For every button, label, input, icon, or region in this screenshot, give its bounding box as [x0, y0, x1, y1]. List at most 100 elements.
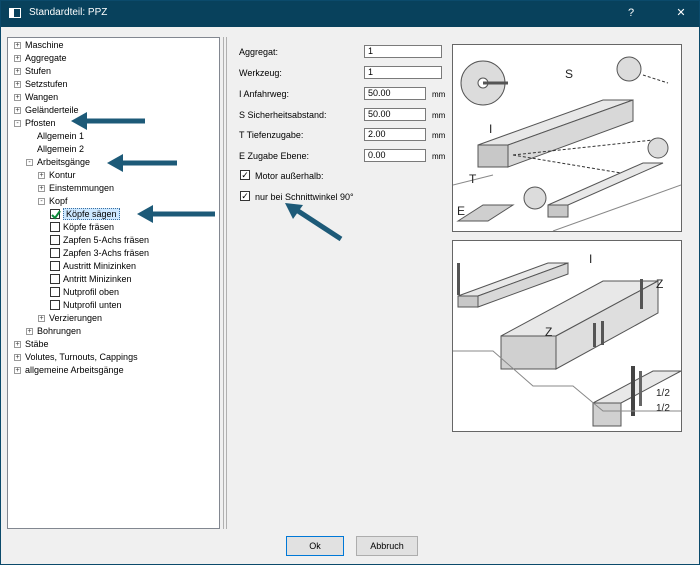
tree-item-checkbox[interactable]	[50, 261, 60, 271]
cancel-button[interactable]: Abbruch	[356, 536, 418, 556]
tree-item-checkbox[interactable]	[50, 248, 60, 258]
tree-expander-icon[interactable]: +	[26, 328, 33, 335]
zugabe-ebene-unit: mm	[432, 152, 446, 161]
tree-item-label: Stufen	[25, 66, 52, 76]
tree-item[interactable]: Kontur	[49, 169, 76, 181]
tree-item-label: Allgemein 1	[37, 131, 85, 141]
aggregat-input[interactable]: 1	[364, 45, 442, 58]
tree-item[interactable]: Verzierungen	[49, 312, 102, 324]
tree-item[interactable]: Maschine	[25, 39, 64, 51]
label-s: S	[565, 67, 573, 81]
tree-expander-icon[interactable]: -	[38, 198, 45, 205]
tree-item[interactable]: Pfosten	[25, 117, 56, 129]
label-half-1: 1/2	[656, 388, 670, 399]
tiefenzugabe-unit: mm	[432, 131, 446, 140]
label-half-2: 1/2	[656, 403, 670, 414]
tree-item-checkbox[interactable]	[50, 300, 60, 310]
tree-item[interactable]: Antritt Minizinken	[63, 273, 132, 285]
label-t: T	[469, 172, 477, 186]
tree-expander-icon[interactable]: +	[14, 367, 21, 374]
tree-item-checkbox[interactable]	[50, 287, 60, 297]
tree-expander-icon[interactable]: +	[38, 315, 45, 322]
annotation-arrow-schnittwinkel	[285, 203, 343, 242]
tree-expander-icon[interactable]: +	[14, 341, 21, 348]
tiefenzugabe-label: T Tiefenzugabe:	[239, 130, 304, 140]
anfahrweg-input[interactable]: 50.00	[364, 87, 426, 100]
tree-item-label: Pfosten	[25, 118, 56, 128]
tenon-diagram: I Z Z 1/2 1/2	[452, 240, 682, 432]
tree-expander-icon[interactable]: +	[14, 55, 21, 62]
tree-item-checkbox[interactable]	[50, 274, 60, 284]
tree-item[interactable]: Nutprofil unten	[63, 299, 122, 311]
tree-item-label: Zapfen 3-Achs fräsen	[63, 248, 150, 258]
tree-item-label: Setzstufen	[25, 79, 68, 89]
tree-item[interactable]: Volutes, Turnouts, Cappings	[25, 351, 138, 363]
tree-item-label: Wangen	[25, 92, 59, 102]
tree-item[interactable]: Köpfe fräsen	[63, 221, 114, 233]
tree-item-label: Einstemmungen	[49, 183, 115, 193]
sicherheitsabstand-input[interactable]: 50.00	[364, 108, 426, 121]
tiefenzugabe-input[interactable]: 2.00	[364, 128, 426, 141]
tree-item-checkbox[interactable]	[50, 209, 61, 220]
tree-item-label: Antritt Minizinken	[63, 274, 132, 284]
tree-expander-icon[interactable]: +	[38, 185, 45, 192]
zugabe-ebene-input[interactable]: 0.00	[364, 149, 426, 162]
label-z-middle: Z	[545, 325, 552, 339]
tree-item-label: Köpfe fräsen	[63, 222, 115, 232]
annotation-arrow-pfosten	[71, 112, 145, 130]
tree-expander-icon[interactable]: -	[14, 120, 21, 127]
tree-item[interactable]: Nutprofil oben	[63, 286, 119, 298]
saw-blade-icon	[460, 60, 508, 106]
tree-expander-icon[interactable]: +	[14, 107, 21, 114]
dialog-window: Standardteil: PPZ ? ✕ + Maschine + Aggregat…	[0, 0, 700, 565]
tree-item[interactable]: allgemeine Arbeitsgänge	[25, 364, 124, 376]
tree-item-label: Kontur	[49, 170, 76, 180]
zugabe-ebene-label: E Zugabe Ebene:	[239, 151, 310, 161]
tree-item[interactable]: Kopf	[49, 195, 68, 207]
annotation-arrow-arbeitsgaenge	[107, 154, 177, 172]
tree-expander-icon[interactable]: +	[14, 68, 21, 75]
label-e: E	[457, 204, 465, 218]
tree-expander-icon[interactable]: +	[14, 81, 21, 88]
tree-item[interactable]: Wangen	[25, 91, 58, 103]
werkzeug-input[interactable]: 1	[364, 66, 442, 79]
tree-expander-icon[interactable]: +	[14, 42, 21, 49]
tree-item-checkbox[interactable]	[50, 235, 60, 245]
schnittwinkel-checkbox[interactable]: ✓	[240, 191, 250, 201]
tree-item[interactable]: Setzstufen	[25, 78, 68, 90]
tree-item-checkbox[interactable]	[50, 222, 60, 232]
sicherheitsabstand-unit: mm	[432, 111, 446, 120]
tree-item[interactable]: Einstemmungen	[49, 182, 114, 194]
help-button[interactable]: ?	[623, 5, 639, 21]
tree-item-label: Aggregate	[25, 53, 67, 63]
tree-item[interactable]: Austritt Minizinken	[63, 260, 136, 272]
tree-expander-icon[interactable]: +	[38, 172, 45, 179]
tree-item[interactable]: Stufen	[25, 65, 51, 77]
tree-item-label: Stäbe	[25, 339, 49, 349]
tree-item[interactable]: Bohrungen	[37, 325, 81, 337]
tree-expander-icon[interactable]: +	[14, 354, 21, 361]
splitter[interactable]	[223, 37, 227, 529]
tree-item[interactable]: Arbeitsgänge	[37, 156, 90, 168]
tree-item-label: Volutes, Turnouts, Cappings	[25, 352, 138, 362]
ok-button[interactable]: Ok	[286, 536, 344, 556]
tree-item[interactable]: Allgemein 2	[37, 143, 84, 155]
tenon-diagram-drawing: I Z Z 1/2 1/2	[453, 252, 682, 427]
tree-item[interactable]: Zapfen 5-Achs fräsen	[63, 234, 149, 246]
tree-item-label: Köpfe sägen	[63, 208, 120, 220]
tree-item[interactable]: Allgemein 1	[37, 130, 84, 142]
tree-item[interactable]: Stäbe	[25, 338, 49, 350]
tree-item-label: Nutprofil unten	[63, 300, 122, 310]
motor-checkbox[interactable]: ✓	[240, 170, 250, 180]
label-z-top: Z	[656, 277, 663, 291]
tree-item[interactable]: Köpfe sägen	[63, 208, 120, 220]
tree-item[interactable]: Zapfen 3-Achs fräsen	[63, 247, 149, 259]
tree-item[interactable]: Aggregate	[25, 52, 67, 64]
close-button[interactable]: ✕	[673, 5, 689, 21]
label-i: I	[589, 252, 592, 266]
tree-item-label: Arbeitsgänge	[37, 157, 91, 167]
tree-item-label: allgemeine Arbeitsgänge	[25, 365, 124, 375]
tree-expander-icon[interactable]: -	[26, 159, 33, 166]
tree-expander-icon[interactable]: +	[14, 94, 21, 101]
motor-label: Motor außerhalb:	[255, 171, 324, 181]
